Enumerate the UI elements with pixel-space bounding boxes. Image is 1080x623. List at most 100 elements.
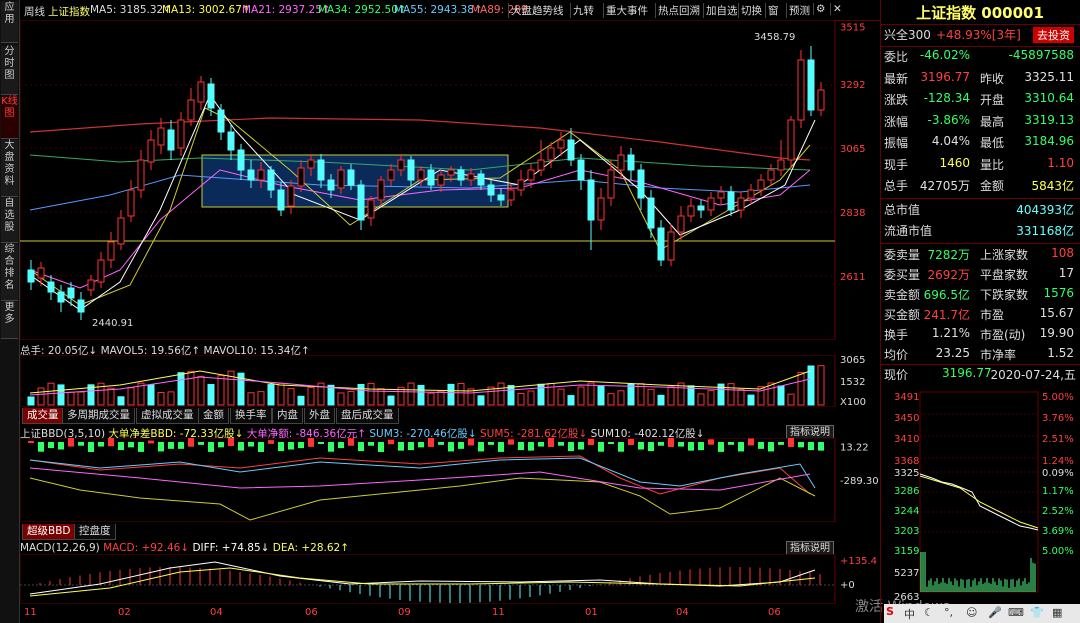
quote-label: 总手 xyxy=(884,179,909,193)
quote-value: 7282万 xyxy=(927,248,970,262)
candle-body xyxy=(37,267,45,279)
bbd-bar xyxy=(98,442,104,447)
quote-row: 委买量 2692万 平盘家数 17 xyxy=(884,266,1078,286)
quote-row: 卖金额 696.5亿 下跌家数 1576 xyxy=(884,286,1078,306)
x-label: 04 xyxy=(210,607,223,618)
quote-label: 开盘 xyxy=(980,93,1005,107)
tab-multi-volume[interactable]: 多周期成交量 xyxy=(62,408,135,424)
close-icon[interactable]: ✕ xyxy=(830,3,844,15)
index-name: 上证指数 xyxy=(48,6,90,18)
bbd-bar xyxy=(38,442,44,452)
mini-price-label: 3244 xyxy=(894,506,920,517)
volume-chart[interactable]: 3065 1532 X100 xyxy=(20,355,880,407)
volume-bar xyxy=(487,386,495,406)
quote-value: 5843亿 xyxy=(1031,179,1074,193)
sidebar-tab-timeshare[interactable]: 分时图 xyxy=(1,46,18,95)
candle-body xyxy=(607,169,615,199)
hotspot-button[interactable]: 热点回溯 xyxy=(655,3,702,18)
forecast-button[interactable]: 预测 xyxy=(786,3,812,18)
bbd-bar xyxy=(328,442,334,452)
invest-button[interactable]: 去投资 xyxy=(1033,27,1074,43)
trendline-button[interactable]: 大盘趋势线 xyxy=(508,3,566,18)
tab-super-bbd[interactable]: 超级BBD xyxy=(22,524,76,540)
sidebar-tab-kline[interactable]: K线图 xyxy=(1,96,18,139)
candle-body xyxy=(427,169,435,186)
bbd-bar xyxy=(408,442,414,451)
major-events-button[interactable]: 重大事件 xyxy=(603,3,650,18)
grid-icon[interactable]: ▦ xyxy=(1052,606,1062,619)
quote-value: 1.21% xyxy=(931,326,970,340)
punct-icon[interactable]: °, xyxy=(944,606,953,619)
nine-turn-button[interactable]: 九转 xyxy=(570,3,596,18)
quote-value: 3319.13 xyxy=(1024,112,1074,127)
shirt-icon[interactable]: 👕 xyxy=(1030,606,1044,619)
bbd-bar xyxy=(818,442,824,451)
candle-body xyxy=(347,169,355,186)
moon-icon[interactable]: ☾ xyxy=(924,606,934,619)
tab-after-hours[interactable]: 盘后成交量 xyxy=(336,408,399,424)
bbd-bar xyxy=(418,442,424,448)
ime-chinese-icon[interactable]: 中 xyxy=(904,606,915,622)
tab-control[interactable]: 控盘度 xyxy=(74,524,116,540)
sidebar-tab-more[interactable]: 更多 xyxy=(1,302,18,339)
add-watchlist-button[interactable]: 加自选 xyxy=(703,3,740,18)
tab-amount[interactable]: 金额 xyxy=(198,408,229,424)
sidebar-tab-market-info[interactable]: 大盘资料 xyxy=(1,140,18,197)
bbd-chart[interactable]: 13.22 -289.30 xyxy=(20,438,880,522)
candle-body xyxy=(77,299,85,313)
window-button[interactable]: 窗 xyxy=(765,3,781,18)
volume-bar xyxy=(257,391,265,406)
candle-body xyxy=(87,279,95,291)
emoji-icon[interactable]: ☺ xyxy=(966,606,977,619)
sidebar-tab-apps[interactable]: 应用 xyxy=(1,2,18,43)
sidebar-tab-ranking[interactable]: 综合排名 xyxy=(1,244,18,301)
axis-label-2838: 2838 xyxy=(840,208,865,219)
bbd-bar xyxy=(428,438,434,447)
mini-pct-label: 2.52% xyxy=(1042,506,1074,517)
quote-label: 委比 xyxy=(884,50,909,64)
bbd-bar xyxy=(218,442,224,448)
candle-body xyxy=(367,199,375,219)
kline-chart[interactable]: 3458.79 2440.91 3515 3292 3065 2838 2611 xyxy=(20,20,880,340)
bbd-bar xyxy=(158,442,164,452)
bbd-bar xyxy=(548,438,554,447)
period-label[interactable]: 周线 xyxy=(24,4,45,19)
volume-bar xyxy=(627,383,635,406)
bbd-bar xyxy=(758,442,764,449)
bbd-bar xyxy=(348,438,354,446)
tab-inner[interactable]: 内盘 xyxy=(272,408,303,424)
tab-virtual-volume[interactable]: 虚拟成交量 xyxy=(136,408,199,424)
quote-row: 委卖量 7282万 上涨家数 108 xyxy=(884,246,1078,266)
quote-value: 23.25 xyxy=(935,346,970,360)
mini-pct-label: 1.24% xyxy=(1042,456,1074,467)
switch-button[interactable]: 切换 xyxy=(738,3,764,18)
volume-bar xyxy=(597,385,605,406)
macd-title: MACD(12,26,9) MACD: +92.46↓ DIFF: +74.85… xyxy=(20,542,350,554)
candle-body xyxy=(627,154,635,171)
bbd-bar xyxy=(788,438,794,447)
bbd-bar xyxy=(498,442,504,452)
volume-bar xyxy=(447,383,455,406)
volume-bar xyxy=(737,388,745,406)
ma55-value: MA55: 2943.38↑ xyxy=(394,4,483,16)
candle-body xyxy=(417,169,425,181)
candle-body xyxy=(97,259,105,283)
bbd-bar xyxy=(608,442,614,445)
sogou-icon[interactable]: S xyxy=(886,605,894,618)
bbd-bar xyxy=(168,442,174,449)
quote-label: 换手 xyxy=(884,328,909,342)
bbd-bar xyxy=(528,442,534,451)
bbd-bar xyxy=(538,442,544,447)
candle-body xyxy=(437,174,445,186)
cap-label: 流通市值 xyxy=(884,224,933,238)
keyboard-icon[interactable]: ⌨ xyxy=(1008,606,1024,619)
tab-volume[interactable]: 成交量 xyxy=(22,408,64,424)
sidebar-tab-watchlist[interactable]: 自选股 xyxy=(1,198,18,243)
mic-icon[interactable]: 🎤 xyxy=(988,606,1002,619)
macd-chart[interactable]: +135.4 +0 xyxy=(20,554,880,604)
settings-icon[interactable]: ⚙ xyxy=(813,3,827,15)
bbd-bar xyxy=(578,442,584,450)
tab-outer[interactable]: 外盘 xyxy=(304,408,335,424)
volume-bar xyxy=(747,394,755,406)
tab-turnover[interactable]: 换手率 xyxy=(230,408,272,424)
